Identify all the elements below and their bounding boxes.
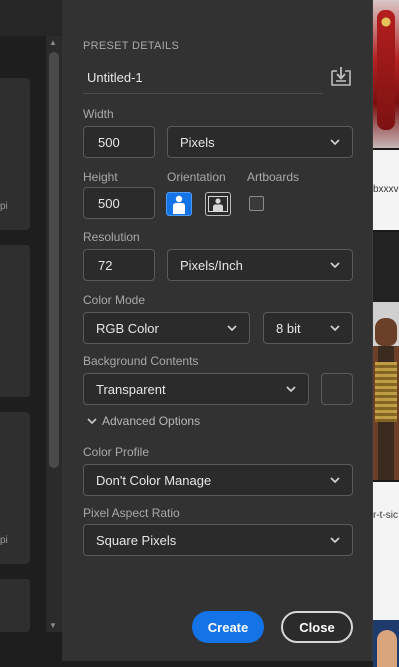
pixel-aspect-ratio-select[interactable]: Square Pixels (83, 524, 353, 556)
resolution-unit-value: Pixels/Inch (180, 258, 243, 273)
pixel-aspect-ratio-label: Pixel Aspect Ratio (83, 506, 180, 520)
preset-name-field[interactable]: Untitled-1 (83, 63, 323, 94)
width-input[interactable]: 500 (83, 126, 155, 158)
scroll-up-icon[interactable]: ▲ (49, 38, 57, 47)
artboards-label: Artboards (247, 170, 300, 184)
background-card[interactable] (0, 579, 30, 632)
thumbnail-spacer (373, 232, 399, 302)
chevron-down-icon (330, 325, 340, 332)
background-bottom-strip (62, 661, 373, 667)
portrait-orientation-button[interactable] (166, 192, 192, 216)
thumbnail-image[interactable] (373, 0, 399, 148)
color-profile-label: Color Profile (83, 445, 150, 459)
scroll-down-icon[interactable]: ▼ (49, 621, 57, 630)
chevron-down-icon (286, 386, 296, 393)
chevron-down-icon (330, 477, 340, 484)
thumbnail-text: r-t-sic (373, 510, 398, 521)
chevron-down-icon (330, 262, 340, 269)
pixel-aspect-ratio-value: Square Pixels (96, 533, 177, 548)
thumbnail-image[interactable] (373, 620, 399, 667)
background-color-swatch[interactable] (321, 373, 353, 405)
background-thumbnails: bxxxv r-t-sic (373, 0, 399, 667)
artboards-checkbox[interactable] (249, 196, 264, 211)
background-card[interactable]: pi (0, 78, 30, 230)
color-mode-select[interactable]: RGB Color (83, 312, 250, 344)
color-mode-value: RGB Color (96, 321, 159, 336)
height-input[interactable]: 500 (83, 187, 155, 219)
resolution-input[interactable]: 72 (83, 249, 155, 281)
bit-depth-select[interactable]: 8 bit (263, 312, 353, 344)
advanced-options-label: Advanced Options (102, 414, 201, 428)
orientation-label: Orientation (167, 170, 226, 184)
background-scrollbar[interactable]: ▲ ▼ (46, 36, 62, 632)
width-unit-select[interactable]: Pixels (167, 126, 353, 158)
chevron-down-icon (330, 139, 340, 146)
resolution-unit-select[interactable]: Pixels/Inch (167, 249, 353, 281)
thumbnail-card[interactable]: r-t-sic (373, 482, 399, 620)
landscape-orientation-button[interactable] (205, 192, 231, 216)
scrollbar-thumb[interactable] (49, 52, 59, 468)
background-card-text: pi (0, 535, 8, 546)
thumbnail-text: bxxxv (373, 184, 399, 195)
width-unit-value: Pixels (180, 135, 215, 150)
bit-depth-value: 8 bit (276, 321, 301, 336)
advanced-options-toggle[interactable]: Advanced Options (86, 414, 200, 428)
chevron-down-icon (330, 537, 340, 544)
chevron-down-icon (87, 418, 97, 425)
color-profile-select[interactable]: Don't Color Manage (83, 464, 353, 496)
background-contents-label: Background Contents (83, 354, 199, 368)
thumbnail-card[interactable]: bxxxv (373, 150, 399, 230)
resolution-label: Resolution (83, 230, 140, 244)
height-label: Height (83, 170, 118, 184)
width-label: Width (83, 107, 114, 121)
chevron-down-icon (227, 325, 237, 332)
new-document-preset-panel: PRESET DETAILS Untitled-1 Width 500 Pixe… (62, 0, 373, 661)
background-panel-left: pi pi ▲ ▼ (0, 0, 62, 667)
background-card-text: pi (0, 201, 8, 212)
background-header (0, 0, 62, 36)
color-mode-label: Color Mode (83, 293, 146, 307)
thumbnail-image[interactable] (373, 302, 399, 480)
background-card[interactable] (0, 245, 30, 397)
section-title: PRESET DETAILS (83, 40, 180, 52)
portrait-icon (173, 195, 185, 214)
close-button[interactable]: Close (281, 611, 353, 643)
save-preset-icon[interactable] (329, 64, 353, 88)
create-button[interactable]: Create (192, 611, 264, 643)
background-card[interactable]: pi (0, 412, 30, 564)
color-profile-value: Don't Color Manage (96, 473, 212, 488)
background-contents-value: Transparent (96, 382, 166, 397)
background-contents-select[interactable]: Transparent (83, 373, 309, 405)
landscape-icon (208, 196, 228, 212)
